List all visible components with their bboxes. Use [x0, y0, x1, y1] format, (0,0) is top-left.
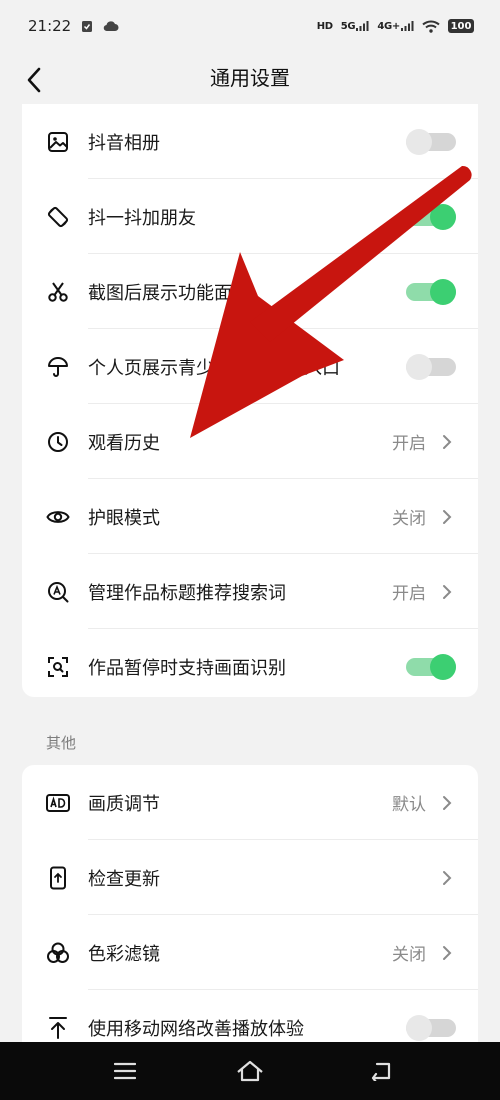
screenshot-panel-toggle[interactable]: [406, 278, 456, 305]
row-label: 抖音相册: [88, 132, 160, 154]
toggle-knob: [406, 353, 432, 380]
toggle-knob: [430, 203, 456, 230]
row-color-filter[interactable]: 色彩滤镜 关闭: [22, 915, 478, 990]
row-value: 关闭: [392, 945, 426, 965]
row-title-search-words[interactable]: 管理作品标题推荐搜索词 开启: [22, 554, 478, 629]
section-title-other: 其他: [46, 734, 77, 752]
row-label: 检查更新: [88, 868, 160, 890]
status-left: 21:22: [28, 17, 119, 35]
clock-icon: [46, 430, 70, 454]
wifi-icon: [422, 20, 440, 33]
row-label: 截图后展示功能面板: [88, 282, 250, 304]
eye-icon: [46, 505, 70, 529]
row-screenshot-panel[interactable]: 截图后展示功能面板: [22, 254, 478, 329]
chevron-right-icon: [440, 582, 454, 602]
cloud-icon: [103, 20, 119, 32]
header: 通用设置: [0, 52, 500, 104]
signal-5g-icon: 5G: [341, 20, 370, 32]
row-label: 抖一抖加朋友: [88, 207, 196, 229]
image-recognition-toggle[interactable]: [406, 653, 456, 680]
row-value: 开启: [392, 434, 426, 454]
color-filter-icon: [46, 941, 70, 965]
album-toggle[interactable]: [406, 128, 456, 155]
row-label: 色彩滤镜: [88, 943, 160, 965]
signal-4g-icon: 4G+: [377, 20, 414, 32]
home-button[interactable]: [235, 1056, 265, 1086]
umbrella-icon: [46, 355, 70, 379]
row-label: 护眼模式: [88, 507, 160, 529]
ad-icon: [46, 791, 70, 815]
net2-label: 4G+: [377, 20, 400, 32]
row-video-quality[interactable]: 画质调节 默认: [22, 765, 478, 840]
row-value: 默认: [392, 795, 426, 815]
scissors-icon: [46, 280, 70, 304]
chevron-right-icon: [440, 943, 454, 963]
row-check-update[interactable]: 检查更新: [22, 840, 478, 915]
toggle-knob: [430, 278, 456, 305]
menu-button[interactable]: [110, 1056, 140, 1086]
chevron-right-icon: [440, 432, 454, 452]
toggle-knob: [430, 653, 456, 680]
shake-toggle[interactable]: [406, 203, 456, 230]
row-eye-protection[interactable]: 护眼模式 关闭: [22, 479, 478, 554]
row-label: 画质调节: [88, 793, 160, 815]
general-settings-card: 抖音相册 抖一抖加朋友 截图后展示功能面板 个人页展示青少年模式快捷入口 观看历…: [22, 104, 478, 697]
row-label: 个人页展示青少年模式快捷入口: [88, 357, 340, 379]
row-value: 开启: [392, 584, 426, 604]
status-time: 21:22: [28, 17, 72, 35]
row-douyin-album[interactable]: 抖音相册: [22, 104, 478, 179]
chevron-right-icon: [440, 868, 454, 888]
net1-label: 5G: [340, 20, 356, 32]
row-watch-history[interactable]: 观看历史 开启: [22, 404, 478, 479]
status-right: HD 5G 4G+ 100: [317, 19, 474, 33]
rotate-phone-icon: [46, 205, 70, 229]
row-label: 观看历史: [88, 432, 160, 454]
row-teen-mode-entry[interactable]: 个人页展示青少年模式快捷入口: [22, 329, 478, 404]
system-nav-bar: [0, 1042, 500, 1100]
phone-update-icon: [46, 866, 70, 890]
toggle-knob: [406, 128, 432, 155]
chevron-right-icon: [440, 793, 454, 813]
menu-icon: [114, 1062, 136, 1080]
image-icon: [46, 130, 70, 154]
row-label: 管理作品标题推荐搜索词: [88, 582, 286, 604]
chevron-right-icon: [440, 507, 454, 527]
page-title: 通用设置: [210, 66, 290, 90]
battery-indicator: 100: [448, 19, 474, 33]
row-label: 作品暂停时支持画面识别: [88, 657, 286, 679]
row-value: 关闭: [392, 509, 426, 529]
other-settings-card: 画质调节 默认 检查更新 色彩滤镜 关闭 使用移动网络改善播放体验: [22, 765, 478, 1065]
home-icon: [237, 1060, 263, 1082]
teen-mode-toggle[interactable]: [406, 353, 456, 380]
toggle-knob: [406, 1014, 432, 1041]
search-a-icon: [46, 580, 70, 604]
status-bar: 21:22 HD 5G 4G+ 100: [0, 0, 500, 52]
row-shake-add-friend[interactable]: 抖一抖加朋友: [22, 179, 478, 254]
row-label: 使用移动网络改善播放体验: [88, 1018, 304, 1040]
back-nav-button[interactable]: [366, 1056, 396, 1086]
upload-arrow-icon: [46, 1016, 70, 1040]
scan-icon: [46, 655, 70, 679]
hd-indicator: HD: [316, 20, 333, 32]
clipboard-check-icon: [81, 19, 93, 33]
row-pause-image-recognition[interactable]: 作品暂停时支持画面识别: [22, 629, 478, 697]
mobile-network-toggle[interactable]: [406, 1014, 456, 1041]
return-icon: [371, 1062, 391, 1081]
